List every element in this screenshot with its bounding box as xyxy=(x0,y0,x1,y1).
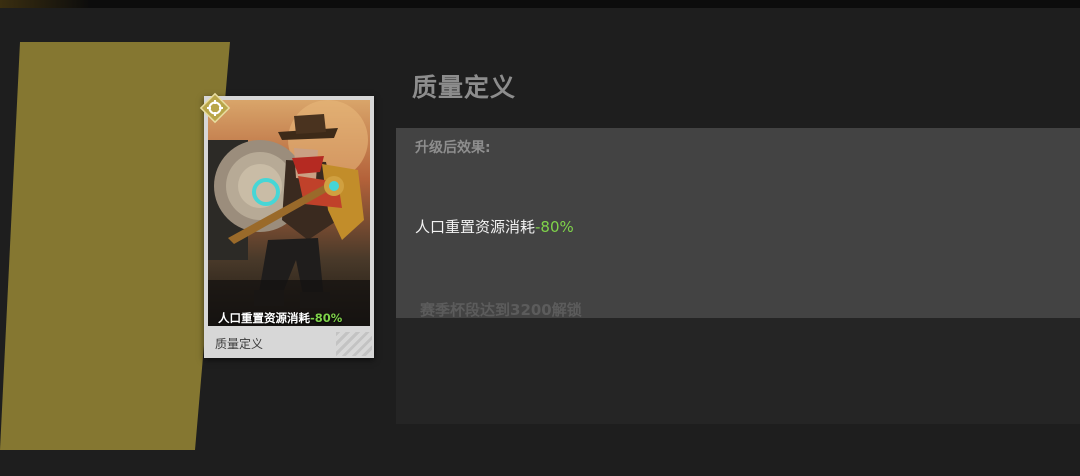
top-bar-accent xyxy=(0,0,90,8)
card-name: 质量定义 xyxy=(215,337,264,351)
top-bar xyxy=(0,0,1080,8)
perk-card[interactable]: 人口重置资源消耗-80% 质量定义 xyxy=(204,96,374,358)
effect-description: 人口重置资源消耗-80% xyxy=(415,218,574,236)
character-illustration xyxy=(208,100,370,326)
gear-badge-icon xyxy=(199,92,231,124)
card-artwork: 人口重置资源消耗-80% xyxy=(208,100,370,326)
unlock-condition: 赛季杯段达到3200解锁 xyxy=(420,301,582,318)
upgrade-heading: 升级后效果: xyxy=(415,140,491,156)
card-corner-stripes xyxy=(336,332,372,356)
lower-panel xyxy=(396,318,1080,424)
card-effect-text: 人口重置资源消耗-80% xyxy=(218,311,343,325)
perk-title: 质量定义 xyxy=(412,73,517,102)
gold-banner xyxy=(0,42,230,450)
game-screen: 人口重置资源消耗-80% 质量定义 质量定义 升级后效果: 人口重置资源消耗-8… xyxy=(0,0,1080,476)
